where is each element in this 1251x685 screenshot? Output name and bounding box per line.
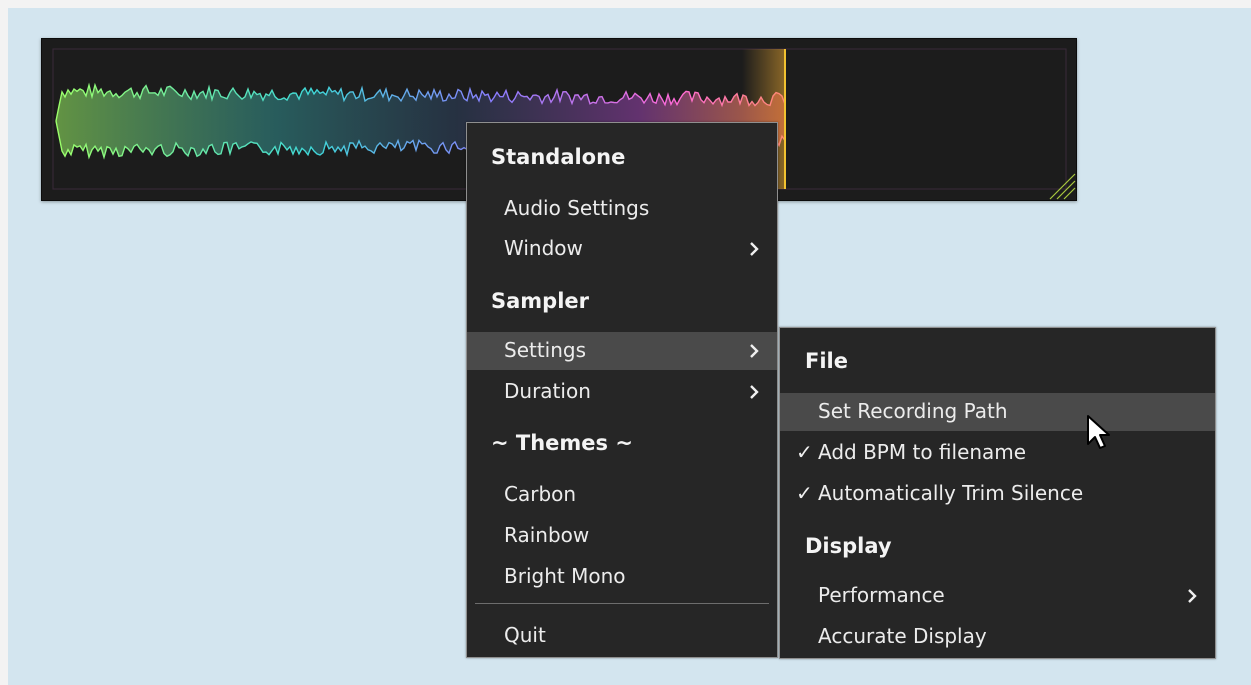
chevron-right-icon [750,385,759,399]
menu-item-settings[interactable]: Settings [467,332,777,370]
mouse-pointer-icon [1087,415,1110,449]
menu-item-performance[interactable]: Performance [780,577,1215,615]
sampler-heading: Sampler [491,289,590,313]
settings-submenu: File Set Recording Path ✓ Add BPM to fil… [779,327,1216,659]
menu-item-set-recording-path[interactable]: Set Recording Path [780,393,1215,431]
check-icon: ✓ [796,440,813,464]
menu-item-theme-rainbow[interactable]: Rainbow [467,517,777,555]
menu-item-label: Set Recording Path [818,399,1008,423]
menu-item-add-bpm[interactable]: ✓ Add BPM to filename [780,434,1215,472]
file-heading: File [805,349,848,373]
menu-item-label: Add BPM to filename [818,440,1027,464]
menu-item-label: Accurate Display [818,624,987,648]
menu-item-label: Duration [504,379,591,403]
menu-item-label: Bright Mono [504,564,626,588]
menu-item-theme-bright-mono[interactable]: Bright Mono [467,558,777,596]
menu-item-window[interactable]: Window [467,230,777,268]
menu-item-label: Window [504,236,583,260]
menu-item-trim-silence[interactable]: ✓ Automatically Trim Silence [780,475,1215,513]
menu-item-duration[interactable]: Duration [467,373,777,411]
chevron-right-icon [1188,589,1197,603]
check-icon: ✓ [796,481,813,505]
menu-separator [475,603,769,604]
menu-item-label: Settings [504,338,587,362]
menu-item-audio-settings[interactable]: Audio Settings [467,190,777,228]
menu-item-label: Automatically Trim Silence [818,481,1084,505]
menu-item-label: Carbon [504,482,577,506]
menu-item-label: Rainbow [504,523,590,547]
resize-grip-icon [1049,173,1076,200]
menu-item-quit[interactable]: Quit [467,617,777,655]
context-menu: Standalone Audio Settings Window Sampler… [466,122,778,658]
standalone-heading: Standalone [491,145,626,169]
display-heading: Display [805,534,892,558]
chevron-right-icon [750,242,759,256]
menu-item-label: Audio Settings [504,196,650,220]
chevron-right-icon [750,344,759,358]
themes-heading: ~ Themes ~ [491,431,633,455]
menu-item-label: Performance [818,583,945,607]
menu-item-label: Quit [504,623,546,647]
menu-item-theme-carbon[interactable]: Carbon [467,476,777,514]
menu-item-accurate-display[interactable]: Accurate Display [780,618,1215,656]
